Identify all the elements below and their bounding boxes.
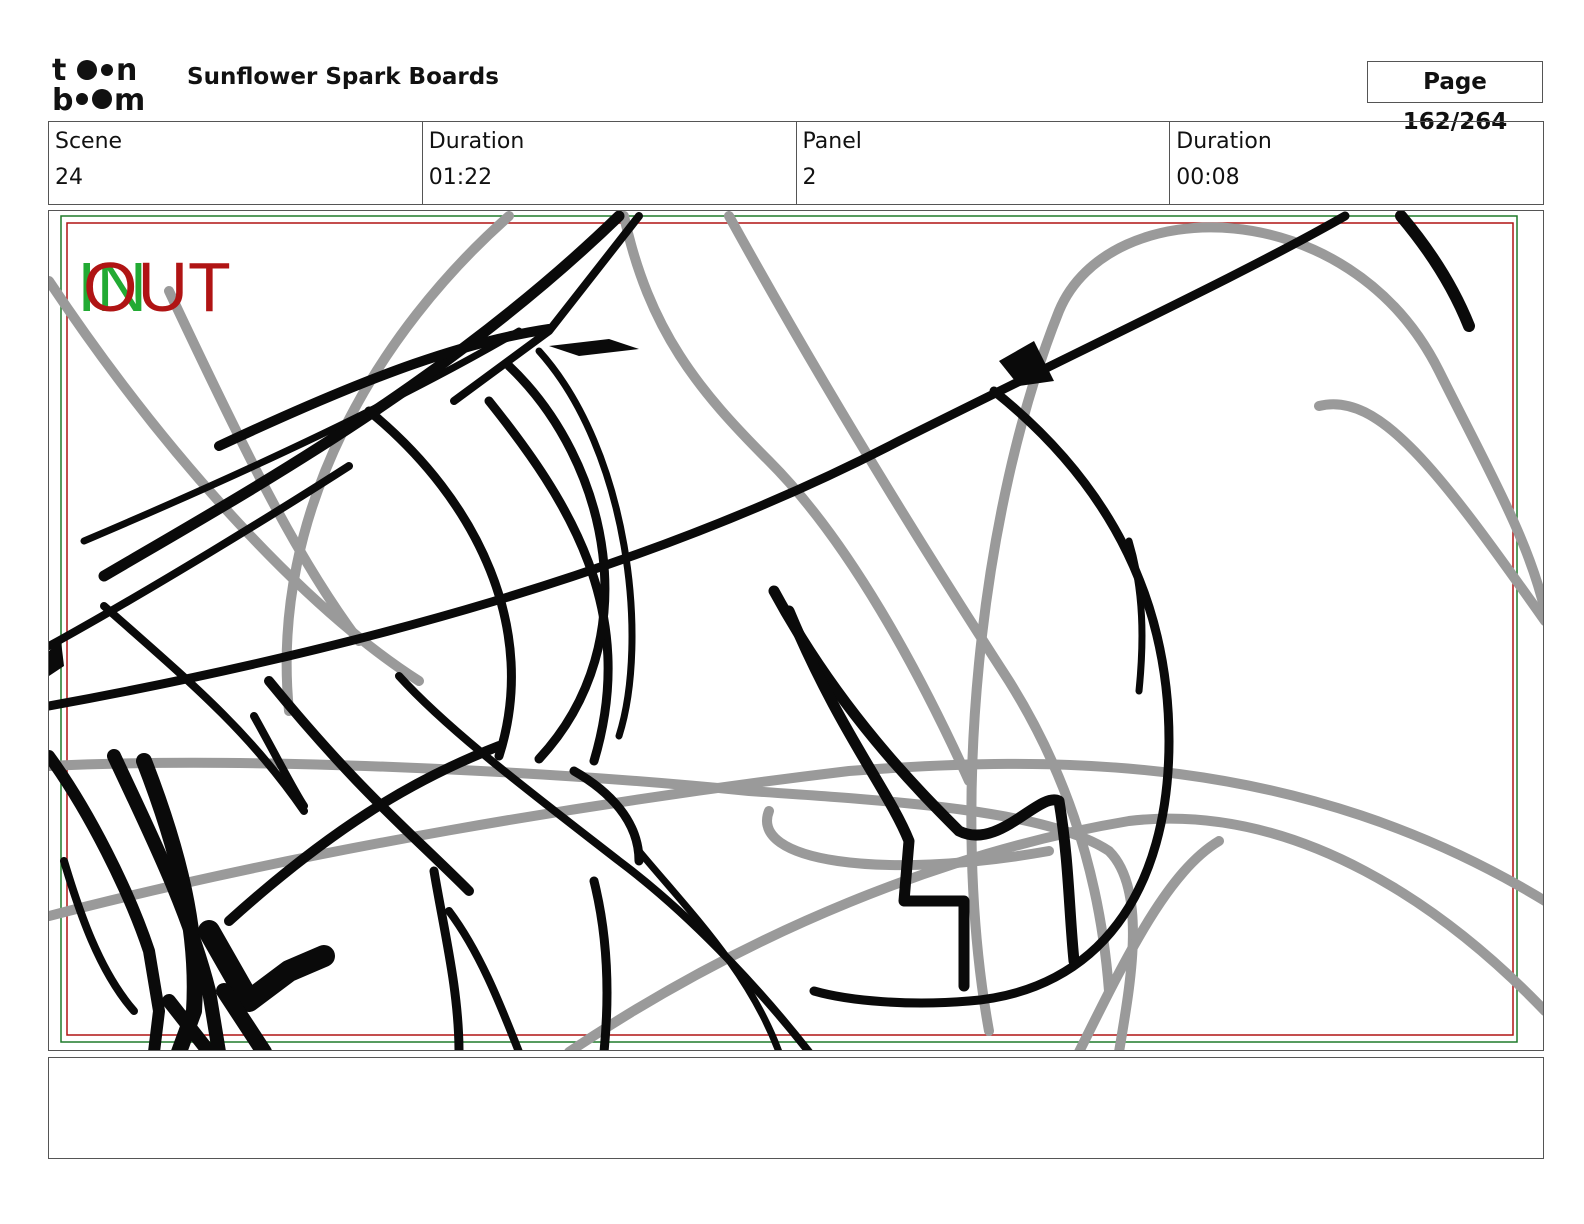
panel-notes bbox=[48, 1057, 1544, 1159]
panel-label: Panel bbox=[802, 129, 862, 154]
scene-label: Scene bbox=[55, 129, 123, 154]
svg-text:b: b bbox=[52, 83, 73, 112]
storyboard-panel: IN OUT bbox=[48, 210, 1544, 1051]
key-sketch-black bbox=[49, 211, 1475, 1050]
panel-duration-value: 00:08 bbox=[1176, 165, 1240, 190]
svg-text:m: m bbox=[114, 83, 145, 112]
toon-boom-logo: t n b m bbox=[52, 53, 145, 112]
panel-cell: Panel 2 bbox=[797, 122, 1171, 204]
panel-value: 2 bbox=[802, 165, 817, 190]
safe-frame-outer bbox=[60, 215, 1518, 1043]
scene-duration-label: Duration bbox=[428, 129, 525, 154]
scene-duration-value: 01:22 bbox=[428, 165, 493, 190]
panel-duration-cell: Duration 00:08 bbox=[1170, 122, 1543, 204]
scene-duration-cell: Duration 01:22 bbox=[423, 122, 797, 204]
scene-cell: Scene 24 bbox=[49, 122, 423, 204]
page-number: Page 162/264 bbox=[1367, 61, 1543, 135]
panel-duration-label: Duration bbox=[1176, 129, 1272, 154]
document-title: Sunflower Spark Boards bbox=[187, 64, 499, 90]
out-marker: OUT bbox=[83, 248, 231, 326]
panel-sketch: IN OUT bbox=[49, 211, 1543, 1050]
scene-info-table: Scene 24 Duration 01:22 Panel 2 Duration… bbox=[48, 121, 1544, 205]
scene-value: 24 bbox=[55, 165, 83, 190]
